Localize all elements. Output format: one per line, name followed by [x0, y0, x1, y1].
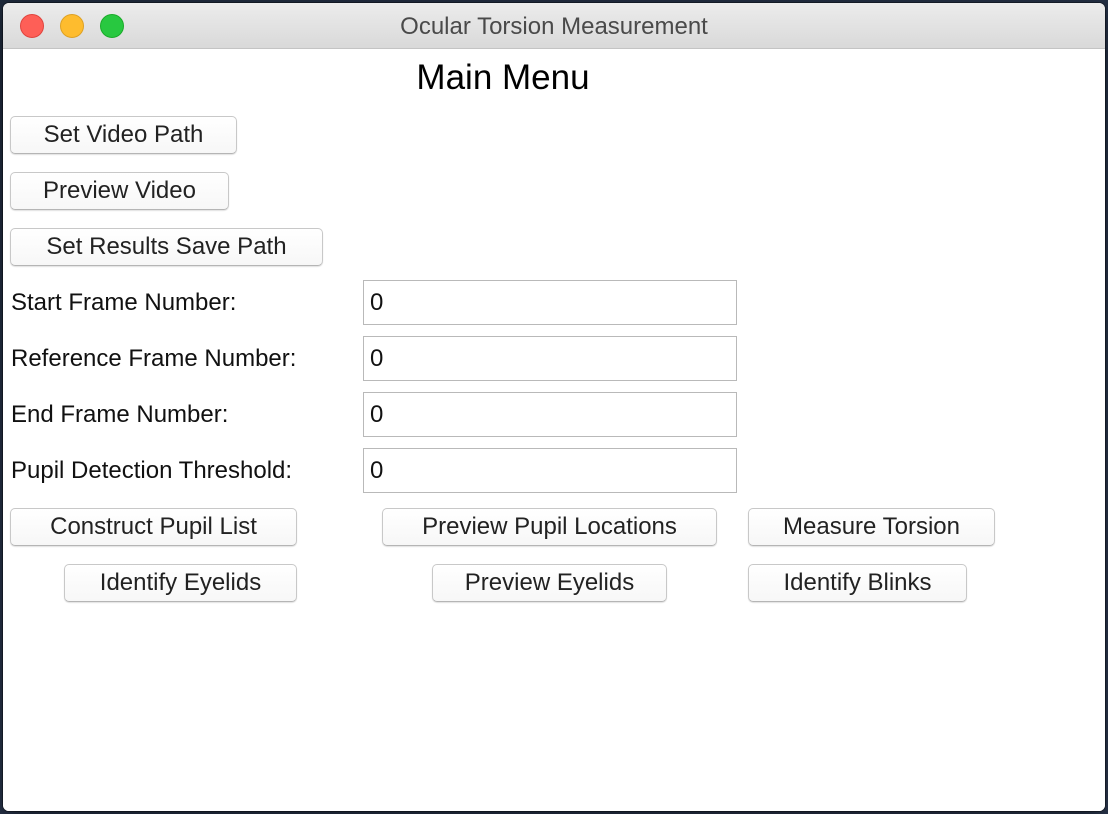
- title-bar[interactable]: Ocular Torsion Measurement: [3, 3, 1105, 49]
- window-title: Ocular Torsion Measurement: [400, 13, 708, 40]
- set-video-path-button[interactable]: Set Video Path: [10, 116, 237, 154]
- identify-blinks-button[interactable]: Identify Blinks: [748, 564, 967, 602]
- measure-torsion-button[interactable]: Measure Torsion: [748, 508, 995, 546]
- start-frame-input[interactable]: [363, 280, 737, 325]
- preview-video-button[interactable]: Preview Video: [10, 172, 229, 210]
- pupil-threshold-label: Pupil Detection Threshold:: [11, 457, 293, 484]
- set-results-save-path-button[interactable]: Set Results Save Path: [10, 228, 323, 266]
- identify-eyelids-button[interactable]: Identify Eyelids: [64, 564, 297, 602]
- end-frame-label: End Frame Number:: [11, 401, 229, 428]
- page-title: Main Menu: [416, 58, 590, 97]
- preview-pupil-locations-button[interactable]: Preview Pupil Locations: [382, 508, 717, 546]
- pupil-threshold-input[interactable]: [363, 448, 737, 493]
- reference-frame-label: Reference Frame Number:: [11, 345, 297, 372]
- construct-pupil-list-button[interactable]: Construct Pupil List: [10, 508, 297, 546]
- preview-eyelids-button[interactable]: Preview Eyelids: [432, 564, 667, 602]
- app-window: Ocular Torsion Measurement Main Menu Set…: [3, 3, 1105, 811]
- main-menu-panel: Main Menu Set Video Path Preview Video S…: [3, 49, 1105, 811]
- start-frame-label: Start Frame Number:: [11, 289, 237, 316]
- reference-frame-input[interactable]: [363, 336, 737, 381]
- end-frame-input[interactable]: [363, 392, 737, 437]
